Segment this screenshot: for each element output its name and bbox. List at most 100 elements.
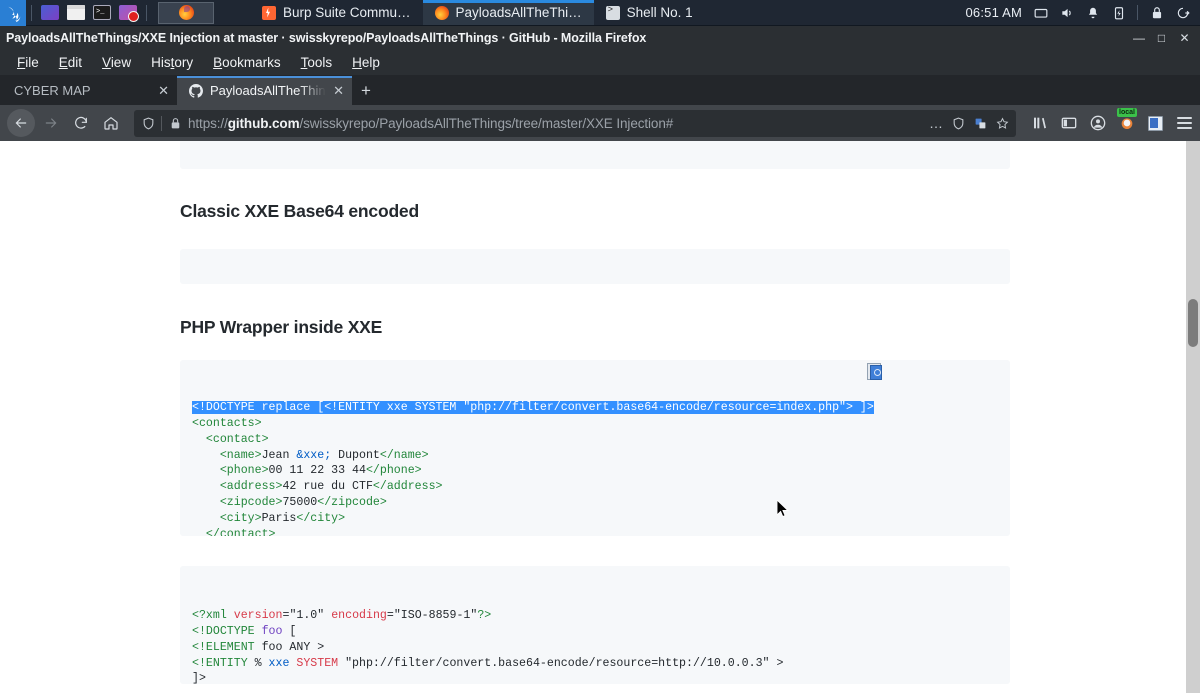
tab-strip: CYBER MAP ✕ PayloadsAllTheThin ✕ +: [0, 75, 1200, 105]
code-token: <!ELEMENT: [192, 640, 255, 654]
menu-rest: ory: [174, 55, 194, 70]
code-text: <contacts>: [192, 417, 262, 430]
reload-button[interactable]: [67, 109, 95, 137]
github-icon: [189, 83, 203, 98]
bookmark-star-icon[interactable]: [995, 116, 1009, 130]
window-titlebar: PayloadsAllTheThings/XXE Injection at ma…: [0, 26, 1200, 50]
page-actions-icon[interactable]: …: [929, 115, 943, 131]
code-block-base64[interactable]: <!DOCTYPE test [ <!ENTITY % init SYSTEM …: [180, 249, 1010, 284]
url-input[interactable]: https://github.com/swisskyrepo/PayloadsA…: [188, 116, 919, 131]
tracking-protection-shield-icon[interactable]: [141, 116, 155, 130]
second-extension-icon[interactable]: [1147, 115, 1164, 132]
code-token: 42 rue du CTF: [282, 480, 373, 494]
code-text: <!DOCTYPE foo [: [192, 625, 296, 638]
url-bar[interactable]: https://github.com/swisskyrepo/PayloadsA…: [134, 109, 1016, 137]
readme-content: <!ENTITY xxe SYSTEM "file:///c:/boot.ini…: [180, 141, 1010, 693]
heading-classic-xxe-base64: Classic XXE Base64 encoded: [180, 201, 419, 221]
page-scroll-area: <!ENTITY xxe SYSTEM "file:///c:/boot.ini…: [0, 141, 1186, 693]
back-button[interactable]: [7, 109, 35, 137]
code-block-boot-ini[interactable]: <!ENTITY xxe SYSTEM "file:///c:/boot.ini…: [180, 141, 1010, 169]
taskbar-window-payloadsallthethings[interactable]: PayloadsAllTheThi…: [422, 0, 594, 25]
code-token: "ISO-8859-1": [393, 608, 478, 622]
screen-recorder-icon: [119, 5, 139, 22]
code-block-php-wrapper[interactable]: <!DOCTYPE replace [<!ENTITY xxe SYSTEM "…: [180, 360, 1010, 536]
web-browser-launcher[interactable]: [39, 2, 61, 24]
code-token: 75000: [282, 496, 318, 510]
menu-bookmarks[interactable]: Bookmarks: [204, 53, 290, 72]
code-token: <city>: [219, 512, 262, 526]
menu-file[interactable]: File: [8, 53, 48, 72]
code-line: <?xml version="1.0" encoding="ISO-8859-1…: [192, 608, 998, 624]
translate-icon[interactable]: [973, 116, 987, 130]
forward-button[interactable]: [37, 109, 65, 137]
screen-recorder-launcher[interactable]: [117, 2, 139, 24]
firefox-taskbar-button[interactable]: [158, 1, 214, 24]
kali-menu-button[interactable]: [0, 0, 26, 26]
lock-icon[interactable]: [1149, 5, 1164, 20]
display-icon[interactable]: [1033, 5, 1048, 20]
file-manager-launcher[interactable]: [65, 2, 87, 24]
lock-icon[interactable]: [168, 116, 182, 130]
local-extension-icon[interactable]: local: [1117, 107, 1137, 132]
burp-icon: [262, 5, 276, 20]
menu-accel: F: [17, 55, 26, 70]
new-tab-button[interactable]: +: [352, 76, 380, 105]
menu-tools[interactable]: Tools: [292, 53, 342, 72]
menu-help[interactable]: Help: [343, 53, 389, 72]
code-line: <!ELEMENT foo ANY >: [192, 640, 998, 656]
tab-payloadsallthethings[interactable]: PayloadsAllTheThin ✕: [177, 76, 352, 105]
menu-edit[interactable]: Edit: [50, 53, 91, 72]
terminal-launcher[interactable]: [91, 2, 113, 24]
code-text: <city>Paris</city>: [192, 512, 345, 525]
menu-rest: elp: [361, 55, 380, 70]
notification-bell-icon[interactable]: [1085, 5, 1100, 20]
home-button[interactable]: [97, 109, 125, 137]
code-text: <address>42 rue du CTF</address>: [192, 480, 443, 493]
code-token: %: [247, 656, 269, 670]
menu-history[interactable]: History: [142, 53, 202, 72]
reader-view-icon[interactable]: [951, 116, 965, 130]
hamburger-line: [1177, 117, 1192, 120]
scrollbar-thumb[interactable]: [1188, 299, 1198, 347]
terminal-icon: [93, 5, 111, 20]
taskbar-clock[interactable]: 06:51 AM: [965, 5, 1022, 20]
minimize-button[interactable]: —: [1133, 32, 1145, 44]
menu-view[interactable]: View: [93, 53, 140, 72]
code-token: <!DOCTYPE replace [<!ENTITY xxe SYSTEM "…: [192, 400, 874, 414]
volume-icon[interactable]: [1059, 5, 1074, 20]
code-block-xml-php-filter[interactable]: <?xml version="1.0" encoding="ISO-8859-1…: [180, 566, 1010, 684]
copy-to-clipboard-button[interactable]: [867, 363, 887, 383]
taskbar-window-shell[interactable]: Shell No. 1: [594, 0, 705, 25]
page-scrollbar[interactable]: [1186, 141, 1200, 693]
logout-icon[interactable]: [1175, 5, 1190, 20]
close-icon[interactable]: ✕: [158, 84, 169, 97]
code-token: <!DOCTYPE: [192, 624, 255, 638]
tab-cyber-map[interactable]: CYBER MAP ✕: [2, 76, 177, 105]
library-icon[interactable]: [1031, 115, 1048, 132]
clipboard-icon-front: [870, 365, 882, 380]
url-divider: [161, 115, 162, 131]
close-icon[interactable]: ✕: [333, 84, 344, 97]
code-token: xxe: [268, 656, 290, 670]
hamburger-menu-icon[interactable]: [1176, 115, 1193, 132]
menu-rest: dit: [67, 55, 83, 70]
window-title: PayloadsAllTheThings/XXE Injection at ma…: [6, 31, 647, 45]
taskbar-window-burp-suite[interactable]: Burp Suite Commu…: [250, 0, 423, 25]
extension-glyph: [1148, 115, 1163, 131]
close-button[interactable]: ✕: [1179, 32, 1190, 44]
taskbar-divider-1: [31, 4, 32, 21]
menu-rest: ookmarks: [222, 55, 281, 70]
maximize-button[interactable]: □: [1156, 32, 1167, 44]
battery-icon[interactable]: [1111, 5, 1126, 20]
account-icon[interactable]: [1089, 115, 1106, 132]
code-token: Paris: [261, 512, 297, 526]
code-text: ]>: [192, 672, 206, 684]
code-line: <!ENTITY % xxe SYSTEM "php://filter/conv…: [192, 656, 998, 672]
code-token: <contacts>: [192, 416, 262, 430]
sidebar-icon[interactable]: [1060, 115, 1077, 132]
